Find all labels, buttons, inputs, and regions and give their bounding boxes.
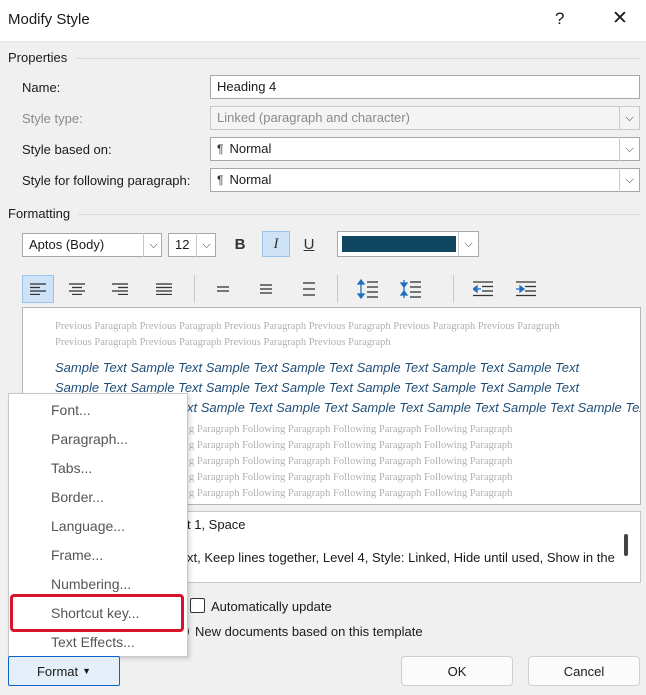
- style-type-value: Linked (paragraph and character): [217, 110, 410, 125]
- bold-button[interactable]: B: [226, 231, 254, 257]
- chevron-down-icon[interactable]: ⌵: [458, 232, 478, 256]
- menu-item-language[interactable]: Language...: [51, 518, 125, 534]
- increase-spacing-icon[interactable]: [352, 275, 384, 303]
- following-select[interactable]: ¶ Normal: [210, 168, 640, 192]
- new-docs-label: New documents based on this template: [195, 624, 423, 639]
- single-spacing-icon[interactable]: [207, 275, 239, 303]
- menu-item-font[interactable]: Font...: [51, 402, 91, 418]
- preview-following-line: g Paragraph Following Paragraph Followin…: [189, 472, 513, 483]
- chevron-down-icon[interactable]: ⌵: [619, 168, 639, 192]
- auto-update-label: Automatically update: [211, 599, 332, 614]
- align-left-icon[interactable]: [22, 275, 54, 303]
- description-line: xt, Keep lines together, Level 4, Style:…: [187, 550, 615, 565]
- preview-sample-line: xt Sample Text Sample Text Sample Text S…: [187, 400, 641, 415]
- menu-item-frame[interactable]: Frame...: [51, 547, 103, 563]
- annotation-highlight: [10, 594, 184, 632]
- preview-following-line: g Paragraph Following Paragraph Followin…: [189, 424, 513, 435]
- toolbar-separator: [453, 275, 454, 303]
- based-on-value: Normal: [229, 141, 272, 156]
- name-label: Name:: [22, 80, 61, 95]
- preview-following-line: g Paragraph Following Paragraph Followin…: [189, 456, 513, 467]
- preview-sample-line: Sample Text Sample Text Sample Text Samp…: [55, 360, 580, 375]
- font-value: Aptos (Body): [29, 237, 105, 252]
- based-on-label: Style based on:: [22, 142, 112, 157]
- style-type-label: Style type:: [22, 111, 83, 126]
- divider: [78, 214, 640, 215]
- menu-item-tabs[interactable]: Tabs...: [51, 460, 92, 476]
- description-line: t 1, Space: [187, 517, 246, 532]
- ok-button[interactable]: OK: [401, 656, 513, 686]
- preview-following-line: g Paragraph Following Paragraph Followin…: [189, 488, 513, 499]
- preview-previous-paragraph: Previous Paragraph Previous Paragraph Pr…: [55, 321, 560, 348]
- style-type-select[interactable]: Linked (paragraph and character): [210, 106, 640, 130]
- auto-update-checkbox[interactable]: [190, 598, 205, 613]
- align-center-icon[interactable]: [61, 275, 93, 303]
- preview-following-line: g Paragraph Following Paragraph Followin…: [189, 440, 513, 451]
- chevron-down-icon[interactable]: ⌵: [196, 233, 216, 257]
- italic-button[interactable]: I: [262, 231, 290, 257]
- divider: [76, 58, 640, 59]
- font-color-swatch: [342, 236, 456, 252]
- one-half-spacing-icon[interactable]: [250, 275, 282, 303]
- close-button[interactable]: ✕: [612, 7, 628, 30]
- following-label: Style for following paragraph:: [22, 173, 191, 188]
- formatting-heading: Formatting: [8, 206, 71, 221]
- chevron-down-icon[interactable]: ⌵: [143, 233, 163, 257]
- decrease-spacing-icon[interactable]: [395, 275, 427, 303]
- menu-item-numbering[interactable]: Numbering...: [51, 576, 131, 592]
- menu-item-border[interactable]: Border...: [51, 489, 104, 505]
- menu-item-paragraph[interactable]: Paragraph...: [51, 431, 128, 447]
- underline-button[interactable]: U: [295, 231, 323, 257]
- toolbar-separator: [194, 275, 195, 303]
- based-on-select[interactable]: ¶ Normal: [210, 137, 640, 161]
- title-bar: [0, 0, 646, 42]
- justify-icon[interactable]: [148, 275, 180, 303]
- caret-down-icon: ▼: [82, 666, 92, 676]
- increase-indent-icon[interactable]: [510, 275, 542, 303]
- font-size-value: 12: [175, 237, 190, 252]
- following-value: Normal: [229, 172, 272, 187]
- chevron-down-icon[interactable]: ⌵: [619, 106, 639, 130]
- description-scrollbar[interactable]: [624, 534, 628, 556]
- align-right-icon[interactable]: [104, 275, 136, 303]
- decrease-indent-icon[interactable]: [467, 275, 499, 303]
- dialog-title: Modify Style: [8, 11, 90, 28]
- format-button-label: Format: [36, 663, 79, 679]
- double-spacing-icon[interactable]: [293, 275, 325, 303]
- font-select[interactable]: Aptos (Body): [22, 233, 162, 257]
- pilcrow-icon: ¶: [217, 142, 224, 156]
- cancel-button[interactable]: Cancel: [528, 656, 640, 686]
- name-input[interactable]: Heading 4: [210, 75, 640, 99]
- properties-heading: Properties: [8, 50, 68, 65]
- pilcrow-icon: ¶: [217, 173, 224, 187]
- toolbar-separator: [337, 275, 338, 303]
- format-button[interactable]: Format ▼: [8, 656, 120, 686]
- help-button[interactable]: ?: [555, 9, 564, 29]
- chevron-down-icon[interactable]: ⌵: [619, 137, 639, 161]
- menu-item-text-effects[interactable]: Text Effects...: [51, 634, 135, 650]
